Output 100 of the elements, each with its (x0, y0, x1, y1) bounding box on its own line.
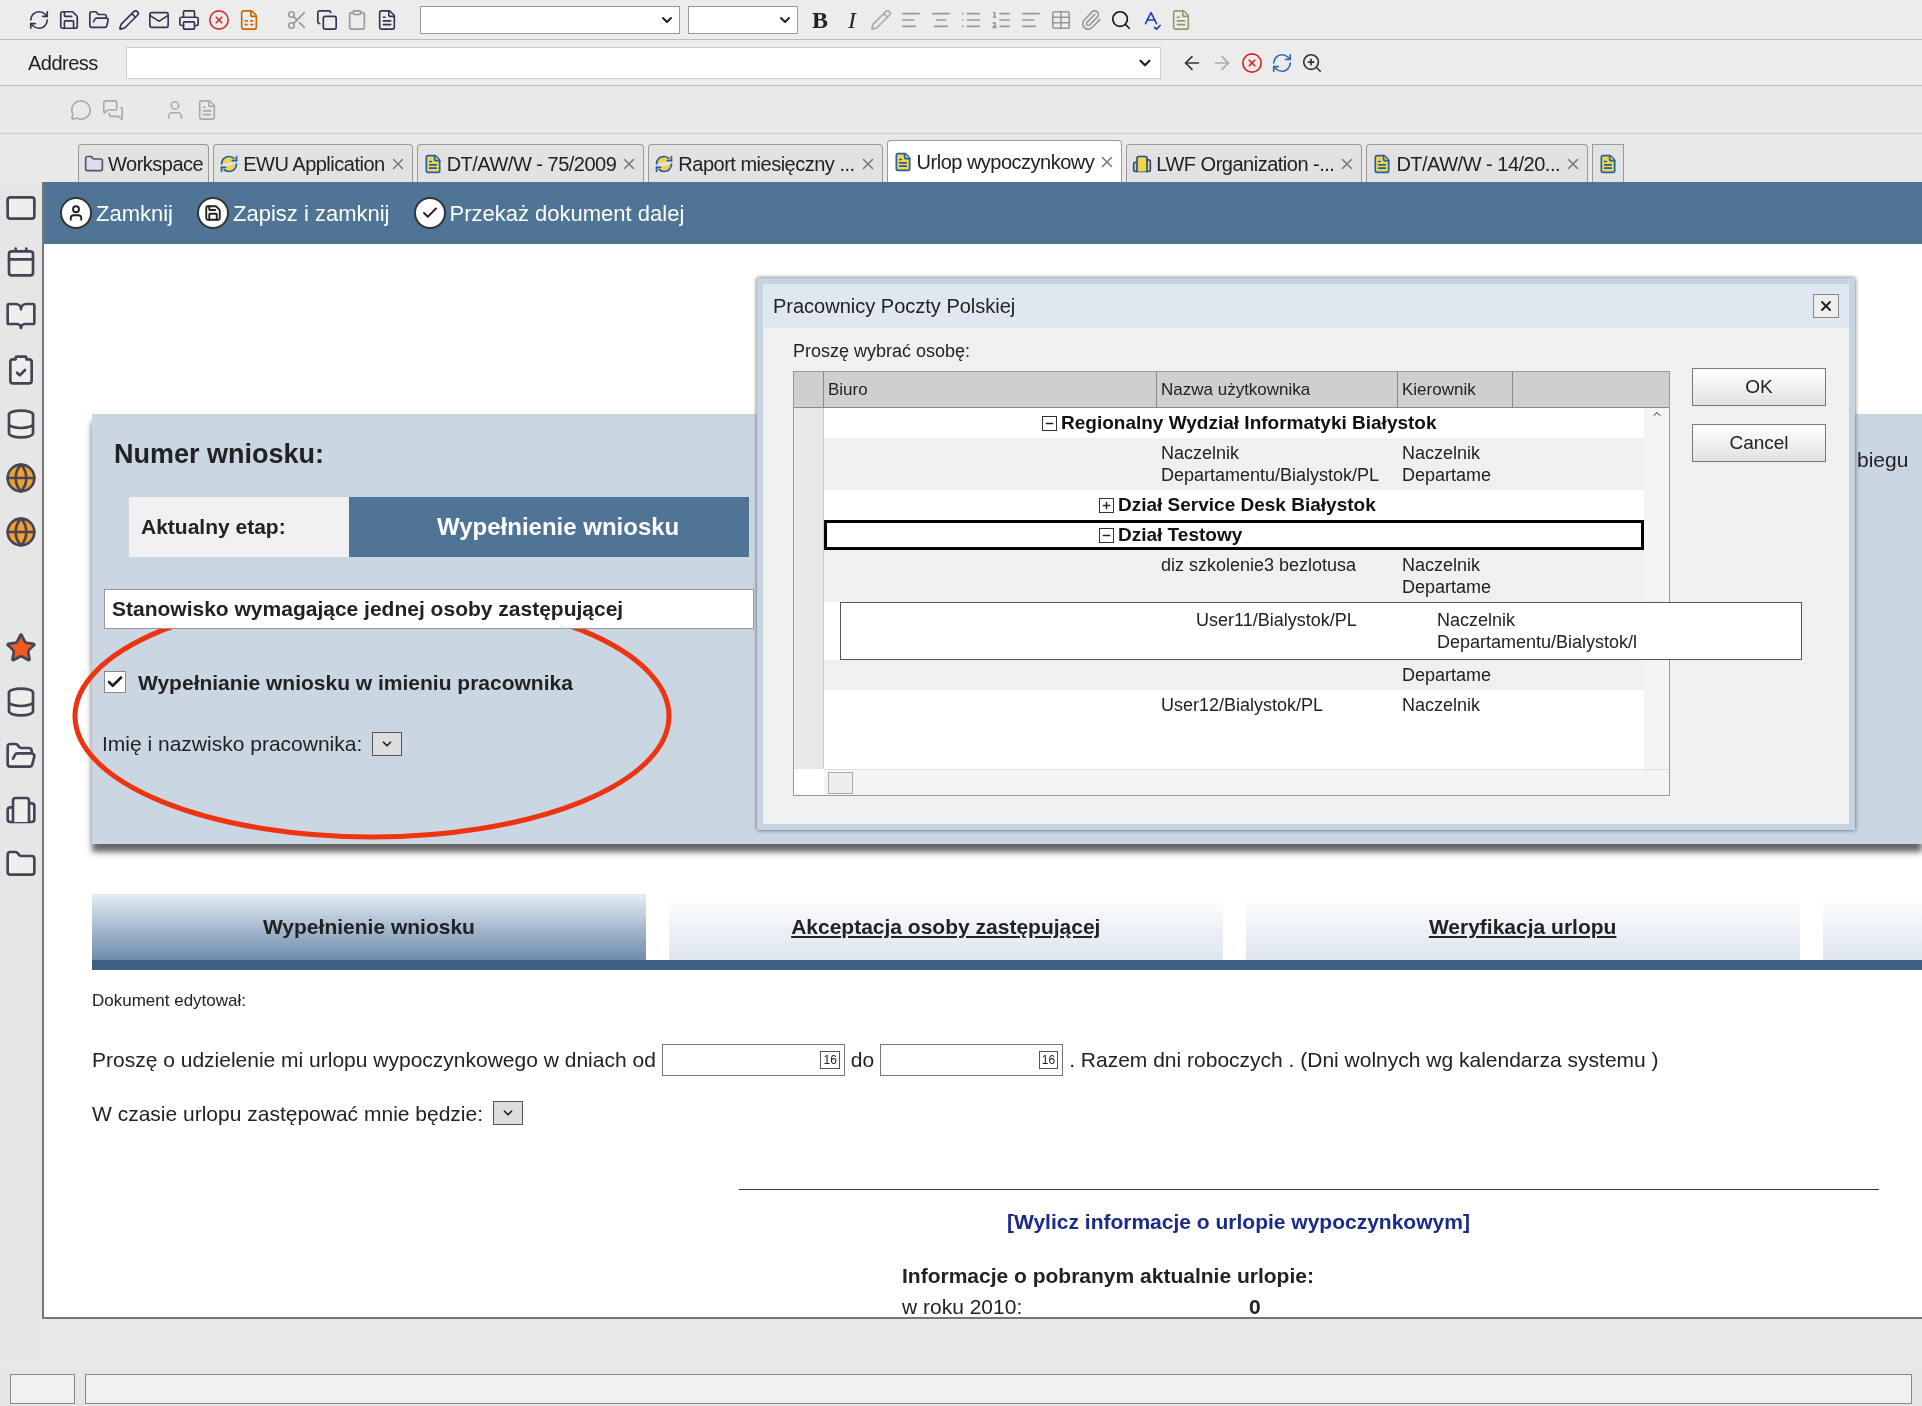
book-icon[interactable] (5, 300, 37, 332)
manager-name: Naczelnik (1402, 695, 1481, 715)
action-button[interactable]: Zamknij (60, 196, 173, 230)
save-icon[interactable] (58, 8, 80, 31)
dialog-title: Pracownicy Poczty Polskiej (773, 294, 1016, 319)
highlighted-person-row[interactable]: User11/Bialystok/PL Naczelnik Departamentu/Bialystok/l (840, 602, 1802, 660)
database-icon[interactable] (5, 686, 37, 718)
paste-icon[interactable] (346, 8, 368, 31)
manager-name: Naczelnik Departame (1402, 443, 1492, 485)
printer-icon[interactable] (178, 8, 200, 31)
dropdown-button[interactable] (493, 1101, 524, 1126)
group-label: Dział Testowy (1118, 522, 1243, 547)
substitute-label: W czasie urlopu zastępować mnie będzie: (92, 1100, 484, 1127)
group-label: Dział Service Desk Białystok (1118, 492, 1376, 517)
date-field[interactable]: 16 (661, 1043, 845, 1076)
leave-info-heading: Informacje o pobranym aktualnie urlopie: (902, 1262, 1315, 1289)
year-value: 0 (1249, 1294, 1261, 1317)
stop-icon[interactable] (1240, 51, 1263, 74)
close-button[interactable] (1813, 294, 1839, 318)
collapse-icon[interactable] (1042, 415, 1057, 431)
employee-label: Imię i nazwisko pracownika: (102, 731, 363, 757)
action-button[interactable]: Zapisz i zamknij (197, 196, 390, 230)
globe-icon[interactable] (5, 462, 37, 494)
request-text: do (850, 1046, 875, 1073)
folder-icon[interactable] (88, 8, 110, 31)
stage-tab[interactable]: Wypełnienie wniosku (92, 894, 646, 960)
globe-icon[interactable] (5, 516, 37, 548)
document-icon (1372, 153, 1393, 174)
document-tab[interactable]: DT/AW/W - 75/2009 (416, 144, 645, 182)
column-header[interactable]: Nazwa użytkownika (1157, 372, 1398, 407)
calendar-icon[interactable]: 16 (820, 1050, 840, 1069)
database-icon[interactable] (5, 408, 37, 440)
year-label: w roku 2010: (902, 1294, 1024, 1317)
font-select[interactable] (420, 5, 680, 34)
request-text: Proszę o udzielenie mi urlopu wypoczynkowego w dniach od (92, 1046, 656, 1073)
size-select[interactable] (688, 5, 798, 34)
document-tab[interactable]: Raport miesięczny ... (648, 144, 883, 182)
address-label: Address (27, 50, 99, 76)
save-icon (197, 197, 229, 229)
expand-icon[interactable] (1099, 497, 1114, 513)
person-row[interactable]: Departame (824, 660, 1644, 690)
tree-group-row[interactable]: Dział Testowy (824, 520, 1644, 550)
italic-button[interactable]: I (842, 1, 862, 38)
form-title: Numer wniosku: (114, 438, 325, 471)
document-icon[interactable] (376, 8, 398, 31)
copy-icon[interactable] (316, 8, 338, 31)
manager-name: Naczelnik Departamentu/Bialystok/l (1437, 610, 1638, 652)
group-label: Regionalny Wydział Informatyki Białystok (1061, 410, 1437, 435)
position-type-field[interactable]: Stanowisko wymagające jednej osoby zastępującej (104, 588, 754, 629)
table-icon[interactable] (1050, 8, 1072, 31)
building-icon (1132, 153, 1153, 174)
date-field[interactable]: 16 (880, 1043, 1064, 1076)
dropdown-button[interactable] (372, 731, 403, 756)
edit-icon[interactable] (118, 8, 140, 31)
dialog-button[interactable]: Cancel (1692, 424, 1826, 462)
dialog-prompt: Proszę wybrać osobę: (793, 340, 972, 363)
tree-group-row[interactable]: Dział Service Desk Białystok (824, 490, 1644, 520)
stage-label: Aktualny etap: (129, 496, 349, 557)
calendar-icon[interactable]: 16 (1038, 1050, 1059, 1069)
person-row[interactable]: Naczelnik Departamentu/Bialystok/PL Naczelnik Departame (824, 438, 1644, 490)
cut-icon[interactable] (286, 8, 308, 31)
refresh-icon (654, 153, 675, 174)
document-tab[interactable]: Workspace (78, 144, 210, 182)
checkbox-label: Wypełnianie wniosku w imieniu pracownika (138, 669, 573, 696)
tree-group-row[interactable]: Regionalny Wydział Informatyki Białystok (824, 408, 1644, 438)
action-button[interactable]: Przekaż dokument dalej (413, 196, 685, 230)
column-header[interactable]: Biuro (824, 372, 1157, 407)
column-header[interactable]: Kierownik (1398, 372, 1513, 407)
horizontal-scrollbar[interactable] (824, 769, 1669, 795)
building-icon[interactable] (5, 794, 37, 826)
manager-name: Departame (1402, 665, 1492, 685)
dialog-button[interactable]: OK (1692, 368, 1826, 406)
refresh-icon (219, 153, 240, 174)
star-icon[interactable] (5, 632, 37, 664)
user-name: User11/Bialystok/PL (1196, 610, 1357, 630)
refresh-icon[interactable] (28, 8, 50, 31)
delete-icon[interactable] (208, 8, 230, 31)
folder-icon (84, 153, 104, 174)
address-field[interactable] (125, 46, 1161, 79)
document-tab[interactable]: DT/AW/W - 14/20... (1366, 144, 1588, 182)
bold-button[interactable]: B (806, 1, 834, 38)
refresh-icon[interactable] (1270, 51, 1293, 74)
attachment-icon[interactable] (1080, 8, 1102, 31)
document-icon (1598, 153, 1618, 174)
collapse-icon[interactable] (1099, 527, 1114, 543)
document-tab[interactable]: Urlop wypoczynkowy (886, 140, 1123, 182)
label-fragment: biegu (1857, 447, 1909, 473)
zoom-icon[interactable] (1300, 51, 1323, 74)
search-icon[interactable] (1110, 8, 1132, 31)
manager-name: Naczelnik Departame (1402, 555, 1492, 597)
person-row[interactable]: diz szkolenie3 bezlotusa Naczelnik Departame (824, 550, 1644, 602)
calendar-icon[interactable] (5, 246, 37, 278)
document-tab[interactable] (1592, 144, 1624, 182)
document-tab[interactable]: EWU Application (213, 144, 413, 182)
request-text: . Razem dni roboczych . (Dni wolnych wg kalendarza systemu ) (1069, 1046, 1659, 1073)
checkbox[interactable] (104, 671, 126, 694)
calculate-link[interactable]: [Wylicz informacje o urlopie wypoczynkowym] (1007, 1206, 1470, 1238)
document-tab[interactable]: LWF Organization -... (1126, 144, 1363, 182)
user-name: User12/Bialystok/PL (1161, 695, 1324, 715)
edited-by-label: Dokument edytował: (92, 990, 248, 1012)
